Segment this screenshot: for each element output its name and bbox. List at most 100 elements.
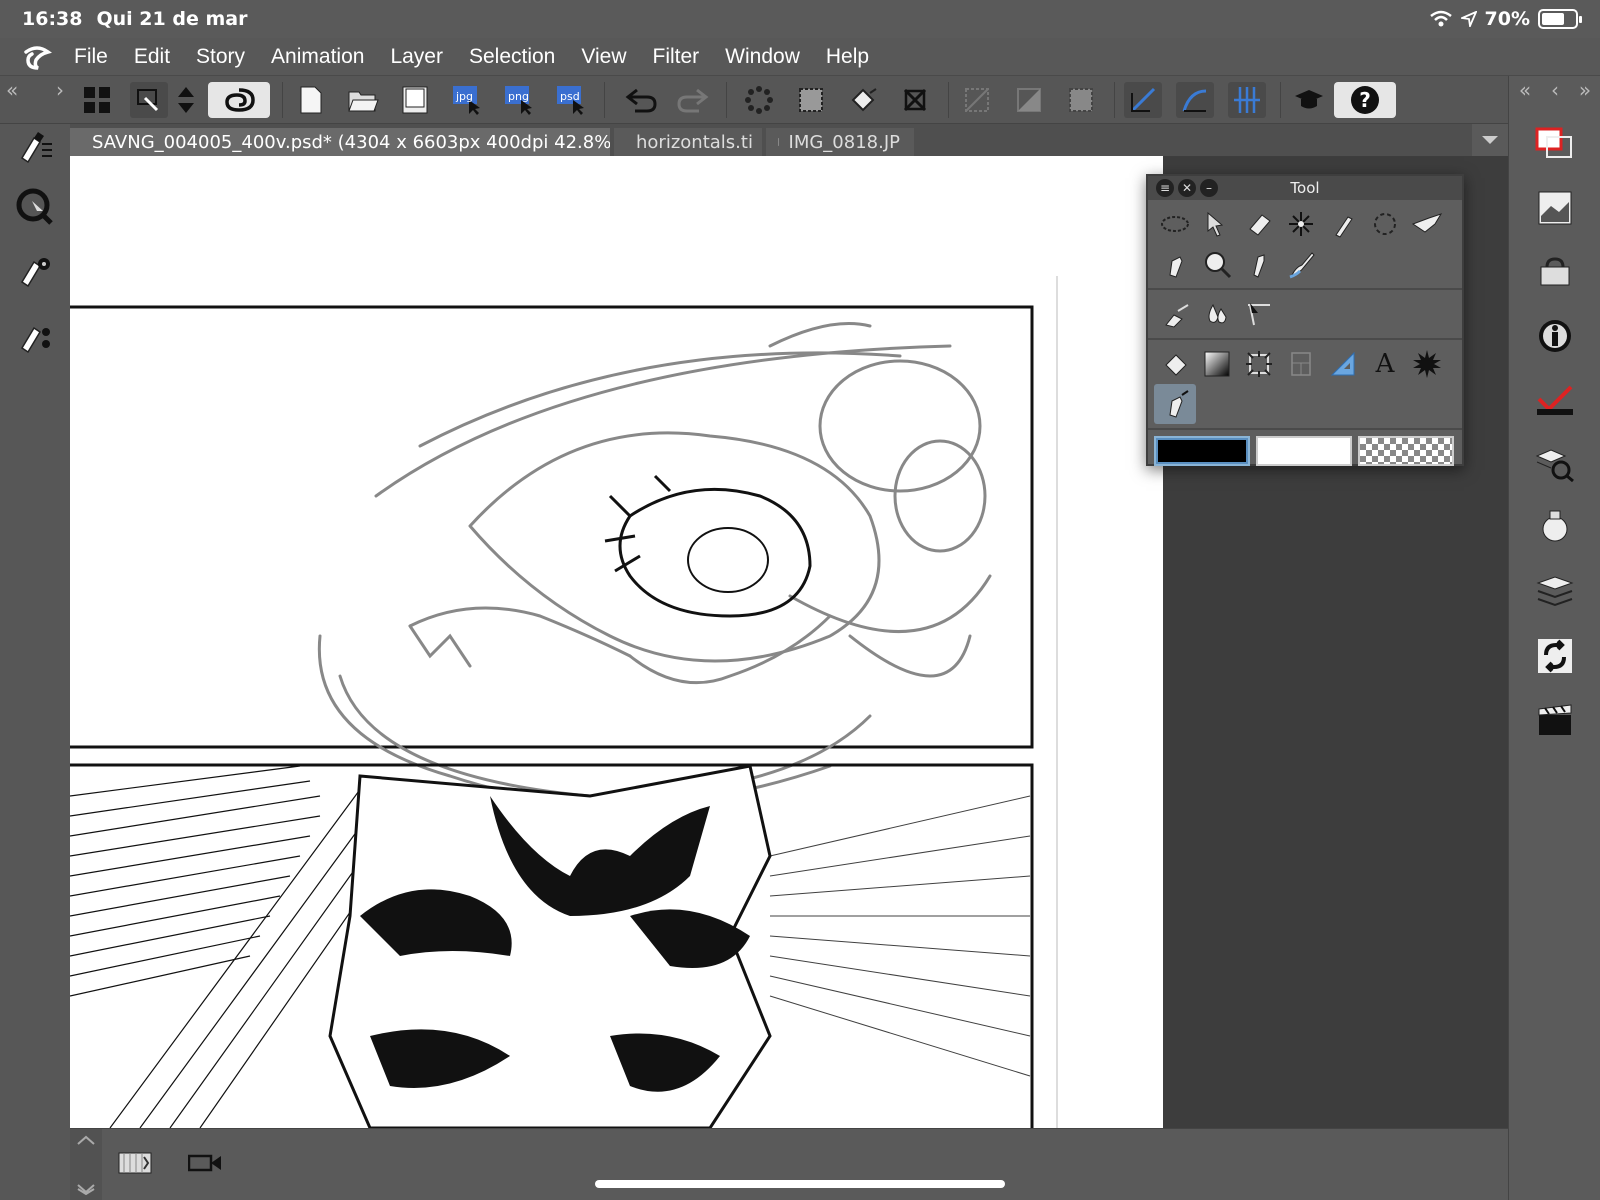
menu-view[interactable]: View bbox=[581, 45, 626, 69]
minimize-icon[interactable]: – bbox=[1200, 179, 1218, 197]
fill-icon[interactable] bbox=[844, 82, 882, 118]
navigator-panel-icon[interactable] bbox=[1533, 186, 1577, 230]
text-tool-icon[interactable]: A bbox=[1364, 344, 1406, 384]
timeline-icon[interactable] bbox=[118, 1151, 152, 1175]
snap-to-grid-icon[interactable] bbox=[1228, 82, 1266, 118]
video-camera-icon[interactable] bbox=[187, 1153, 222, 1173]
tab-savng[interactable]: SAVNG_004005_400v.psd* (4304 x 6603px 40… bbox=[70, 128, 610, 156]
double-chevron-right-icon[interactable]: » bbox=[1579, 78, 1591, 104]
menu-help[interactable]: Help bbox=[826, 45, 869, 69]
ruler-icon[interactable] bbox=[1322, 344, 1364, 384]
crop-icon[interactable] bbox=[1010, 82, 1048, 118]
pen-subtool-icon[interactable] bbox=[14, 316, 56, 358]
menu-layer[interactable]: Layer bbox=[390, 45, 443, 69]
clear-outside-selection-icon[interactable] bbox=[958, 82, 996, 118]
hand-tool-icon[interactable] bbox=[1406, 204, 1448, 244]
save-icon[interactable] bbox=[396, 82, 434, 118]
tab-horizontals[interactable]: horizontals.ti bbox=[614, 128, 762, 156]
color-swatches bbox=[1148, 430, 1462, 472]
tutorial-cap-icon[interactable] bbox=[1290, 82, 1328, 118]
frame-border-icon[interactable] bbox=[1238, 344, 1280, 384]
chevron-up-icon[interactable] bbox=[76, 1135, 96, 1145]
clear-selection-icon[interactable] bbox=[740, 82, 778, 118]
pencil-icon[interactable] bbox=[1238, 244, 1280, 284]
modifier-key-icon[interactable] bbox=[130, 82, 168, 118]
fill-bucket-icon[interactable] bbox=[1154, 344, 1196, 384]
chevron-right-icon[interactable]: › bbox=[56, 78, 64, 104]
rotate-view-icon[interactable] bbox=[1364, 204, 1406, 244]
tab-list-menu-icon[interactable] bbox=[1472, 124, 1508, 156]
close-icon[interactable]: ✕ bbox=[1178, 179, 1196, 197]
correct-line-pen-icon[interactable] bbox=[1154, 384, 1196, 424]
menu-file[interactable]: File bbox=[74, 45, 108, 69]
tool-group-fill bbox=[1148, 290, 1462, 340]
menu-selection[interactable]: Selection bbox=[469, 45, 555, 69]
zoom-search-icon[interactable] bbox=[14, 186, 56, 228]
undo-icon[interactable] bbox=[622, 82, 660, 118]
material-panel-icon[interactable] bbox=[1533, 250, 1577, 294]
pen-settings-icon[interactable] bbox=[14, 250, 56, 292]
select-all-icon[interactable] bbox=[792, 82, 830, 118]
transform-icon[interactable] bbox=[896, 82, 934, 118]
clip-studio-logo-icon[interactable] bbox=[0, 44, 74, 70]
main-color-swatch[interactable] bbox=[1154, 436, 1250, 466]
redo-icon[interactable] bbox=[674, 82, 712, 118]
eyedropper-icon[interactable] bbox=[1322, 204, 1364, 244]
airbrush-icon[interactable] bbox=[1154, 294, 1196, 334]
lasso-select-icon[interactable] bbox=[1154, 204, 1196, 244]
command-bar: « › jpg png psd ? bbox=[0, 76, 1600, 124]
double-chevron-left-icon[interactable]: « bbox=[6, 78, 18, 104]
blend-drops-icon[interactable] bbox=[1196, 294, 1238, 334]
menu-edit[interactable]: Edit bbox=[134, 45, 170, 69]
export-jpg-icon[interactable]: jpg bbox=[448, 82, 486, 118]
new-file-icon[interactable] bbox=[292, 82, 330, 118]
export-psd-icon[interactable]: psd bbox=[552, 82, 590, 118]
home-indicator[interactable] bbox=[595, 1180, 1005, 1188]
palette-menu-icon[interactable]: ≡ bbox=[1156, 179, 1174, 197]
transparent-color-swatch[interactable] bbox=[1358, 436, 1454, 466]
tab-close-dot-icon[interactable] bbox=[778, 138, 779, 146]
chevron-down-icon[interactable] bbox=[76, 1183, 96, 1195]
help-button[interactable]: ? bbox=[1334, 82, 1396, 118]
tool-palette-titlebar[interactable]: Tool ≡ ✕ – bbox=[1148, 176, 1462, 200]
open-folder-icon[interactable] bbox=[344, 82, 382, 118]
clip-studio-menu-grid-icon[interactable] bbox=[78, 82, 116, 118]
menu-animation[interactable]: Animation bbox=[271, 45, 364, 69]
chevron-left-icon[interactable]: ‹ bbox=[1551, 78, 1559, 104]
export-png-icon[interactable]: png bbox=[500, 82, 538, 118]
color-wheel-panel-icon[interactable] bbox=[1533, 122, 1577, 166]
magic-wand-icon[interactable] bbox=[1280, 204, 1322, 244]
tab-img-0818[interactable]: IMG_0818.JP bbox=[766, 128, 914, 156]
sub-color-swatch[interactable] bbox=[1256, 436, 1352, 466]
pen-tool-icon[interactable] bbox=[14, 126, 56, 168]
tool-palette[interactable]: Tool ≡ ✕ – A bbox=[1146, 174, 1464, 466]
menu-filter[interactable]: Filter bbox=[653, 45, 700, 69]
brush-icon[interactable] bbox=[1280, 244, 1322, 284]
eraser-icon[interactable] bbox=[1238, 204, 1280, 244]
separator bbox=[604, 82, 605, 118]
panel-cut-icon[interactable] bbox=[1280, 344, 1322, 384]
layer-panel-icon[interactable] bbox=[1533, 570, 1577, 614]
smart-undo-pill-button[interactable] bbox=[208, 82, 270, 118]
menu-story[interactable]: Story bbox=[196, 45, 245, 69]
double-chevron-left-icon[interactable]: « bbox=[1519, 78, 1531, 104]
bottom-scroll-arrows bbox=[70, 1129, 102, 1200]
snap-to-ruler-icon[interactable] bbox=[1124, 82, 1162, 118]
up-down-arrows-icon[interactable] bbox=[172, 82, 200, 118]
animation-clapper-icon[interactable] bbox=[1533, 698, 1577, 742]
line-correction-icon[interactable] bbox=[1238, 294, 1280, 334]
selection-border-icon[interactable] bbox=[1062, 82, 1100, 118]
balloon-burst-icon[interactable] bbox=[1406, 344, 1448, 384]
sync-panel-icon[interactable] bbox=[1533, 634, 1577, 678]
move-layer-icon[interactable] bbox=[1196, 204, 1238, 244]
snap-to-special-ruler-icon[interactable] bbox=[1176, 82, 1214, 118]
zoom-icon[interactable] bbox=[1196, 244, 1238, 284]
gradient-icon[interactable] bbox=[1196, 344, 1238, 384]
light-bulb-icon[interactable] bbox=[1533, 506, 1577, 550]
pen-icon[interactable] bbox=[1154, 244, 1196, 284]
menu-window[interactable]: Window bbox=[725, 45, 800, 69]
check-panel-icon[interactable] bbox=[1533, 378, 1577, 422]
manga-page[interactable] bbox=[70, 156, 1163, 1128]
search-layer-panel-icon[interactable] bbox=[1533, 442, 1577, 486]
info-panel-icon[interactable] bbox=[1533, 314, 1577, 358]
